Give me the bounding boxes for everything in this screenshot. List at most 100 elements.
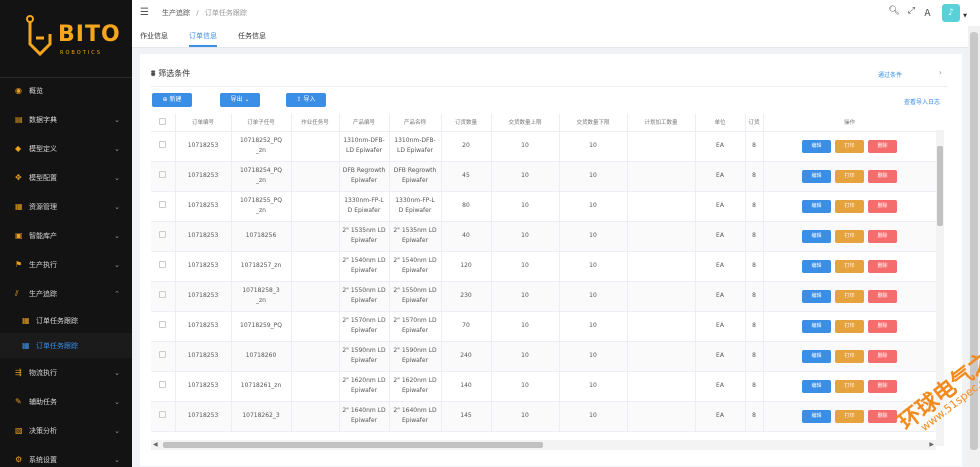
delete-button[interactable]: 删除 xyxy=(868,169,897,183)
row-checkbox[interactable] xyxy=(159,200,167,208)
row-checkbox[interactable] xyxy=(159,170,167,178)
print-button[interactable]: 打印 xyxy=(835,259,864,273)
edit-button[interactable]: 编辑 xyxy=(802,319,831,333)
delete-button[interactable]: 删除 xyxy=(868,289,897,303)
sidebar-item[interactable]: ⇶ 物流执行 ⌄ xyxy=(0,358,132,387)
scroll-left-icon[interactable]: ◀ xyxy=(153,441,158,448)
row-checkbox[interactable] xyxy=(159,140,167,148)
logo-mark-icon xyxy=(26,15,52,57)
edit-button[interactable]: 编辑 xyxy=(802,139,831,153)
edit-button[interactable]: 编辑 xyxy=(802,169,831,183)
sidebar-item[interactable]: ⚙ 系统设置 ⌄ xyxy=(0,445,132,467)
sidebar-item[interactable]: ▦ 订单任务跟踪 xyxy=(0,333,132,358)
tab-job-info[interactable]: 作业信息 xyxy=(140,31,179,47)
print-button[interactable]: 打印 xyxy=(835,319,864,333)
delete-button[interactable]: 删除 xyxy=(868,379,897,393)
print-button[interactable]: 打印 xyxy=(835,349,864,363)
print-button[interactable]: 打印 xyxy=(835,379,864,393)
cell-pname: 2" 1540nm LD Epiwafer xyxy=(389,251,442,282)
sidebar-item[interactable]: ◉ 概览 xyxy=(0,76,132,105)
print-button[interactable]: 打印 xyxy=(835,409,864,423)
cell-plan xyxy=(627,221,696,252)
tab-order-info[interactable]: 订单信息 xyxy=(189,31,228,47)
avatar[interactable]: ♪ xyxy=(942,4,960,22)
cell-down: 10 xyxy=(559,281,628,312)
table-vertical-scrollbar[interactable] xyxy=(936,130,944,446)
text-size-icon[interactable]: Ａ xyxy=(923,6,932,19)
tab-task-info[interactable]: 任务信息 xyxy=(238,31,277,47)
delete-button[interactable]: 删除 xyxy=(868,319,897,333)
sidebar-item[interactable]: ◆ 模型定义 ⌄ xyxy=(0,134,132,163)
sidebar-item[interactable]: ▦ 订单任务跟踪 xyxy=(0,308,132,333)
sidebar-item[interactable]: ▧ 决策分析 ⌄ xyxy=(0,416,132,445)
sidebar-item[interactable]: ⚑ 生产执行 ⌄ xyxy=(0,250,132,279)
edit-button[interactable]: 编辑 xyxy=(802,289,831,303)
cell-pcode: 2" 1620nm LD Epiwafer xyxy=(339,371,390,402)
delete-button[interactable]: 删除 xyxy=(868,199,897,213)
chevron-down-icon[interactable]: ▼ xyxy=(963,13,967,19)
row-checkbox[interactable] xyxy=(159,260,167,268)
import-log-link[interactable]: 查看导入日志 xyxy=(904,97,940,106)
col-header: 产品编号 xyxy=(339,114,390,132)
delete-button[interactable]: 删除 xyxy=(868,259,897,273)
menu-toggle-icon[interactable]: ☰ xyxy=(140,7,149,18)
fullscreen-icon[interactable]: ⤢ xyxy=(908,6,915,19)
cell-order: 10718253 xyxy=(175,221,232,252)
cell-unit: EA xyxy=(695,191,746,222)
select-all-checkbox[interactable] xyxy=(159,117,167,125)
cell-pname: 2" 1570nm LD Epiwafer xyxy=(389,311,442,342)
edit-button[interactable]: 编辑 xyxy=(802,349,831,363)
export-button[interactable]: 导出 ⌄ xyxy=(220,93,260,107)
sidebar-item[interactable]: ✎ 辅助任务 ⌄ xyxy=(0,387,132,416)
print-button[interactable]: 打印 xyxy=(835,169,864,183)
print-button[interactable]: 打印 xyxy=(835,199,864,213)
edit-button[interactable]: 编辑 xyxy=(802,259,831,273)
row-checkbox[interactable] xyxy=(159,230,167,238)
add-button[interactable]: ⊕ 新建 xyxy=(152,93,192,107)
edit-button[interactable]: 编辑 xyxy=(802,229,831,243)
delete-button[interactable]: 删除 xyxy=(868,139,897,153)
sidebar-item[interactable]: ▣ 智能库产 ⌄ xyxy=(0,221,132,250)
search-icon[interactable]: 🔍︎ xyxy=(888,6,899,19)
delete-button[interactable]: 删除 xyxy=(868,229,897,243)
chevron-down-icon: ⌄ xyxy=(114,397,120,406)
cell-up: 10 xyxy=(491,311,560,342)
table-row: 10718253 10718258_3 _zn 2" 1550nm LD Epiwa… xyxy=(151,281,936,312)
print-button[interactable]: 打印 xyxy=(835,289,864,303)
cell-qty: 140 xyxy=(441,371,492,402)
row-checkbox[interactable] xyxy=(159,290,167,298)
cell-down: 10 xyxy=(559,401,628,432)
scroll-right-icon[interactable]: ▶ xyxy=(929,441,934,448)
filter-expand-link[interactable]: 通过条件 xyxy=(878,70,902,79)
cell-sub: 10718254_PQ _zn xyxy=(231,161,292,192)
breadcrumb-item[interactable]: 生产追踪 xyxy=(162,9,190,17)
cell-pcode: 1330nm-FP-L D Epiwafer xyxy=(339,191,390,222)
cell-up: 10 xyxy=(491,221,560,252)
page-scrollbar[interactable] xyxy=(968,26,980,467)
chevron-right-icon[interactable]: › xyxy=(939,68,942,77)
edit-button[interactable]: 编辑 xyxy=(802,199,831,213)
table-horizontal-scrollbar[interactable]: ◀ ▶ xyxy=(151,440,936,450)
row-checkbox[interactable] xyxy=(159,380,167,388)
delete-button[interactable]: 删除 xyxy=(868,349,897,363)
sidebar-item[interactable]: ▦ 资源管理 ⌄ xyxy=(0,192,132,221)
edit-button[interactable]: 编辑 xyxy=(802,409,831,423)
import-button[interactable]: ⇪ 导入 xyxy=(286,93,326,107)
sidebar-item[interactable]: ✥ 模型配置 ⌄ xyxy=(0,163,132,192)
edit-button[interactable]: 编辑 xyxy=(802,379,831,393)
sidebar-item[interactable]: ⫽ 生产追踪 ⌃ xyxy=(0,279,132,308)
cell-qty: 240 xyxy=(441,341,492,372)
row-checkbox[interactable] xyxy=(159,350,167,358)
sidebar-item-label: 模型定义 xyxy=(29,144,57,153)
print-button[interactable]: 打印 xyxy=(835,139,864,153)
cell-ord: 8 xyxy=(745,281,764,312)
print-button[interactable]: 打印 xyxy=(835,229,864,243)
cell-pcode: 1310nm-DFB- LD Epiwafer xyxy=(339,131,390,162)
row-checkbox[interactable] xyxy=(159,410,167,418)
col-header: 订货数量 xyxy=(441,114,492,132)
sidebar-item[interactable]: ▤ 数据字典 ⌄ xyxy=(0,105,132,134)
cell-unit: EA xyxy=(695,341,746,372)
cell-order: 10718253 xyxy=(175,281,232,312)
delete-button[interactable]: 删除 xyxy=(868,409,897,423)
row-checkbox[interactable] xyxy=(159,320,167,328)
